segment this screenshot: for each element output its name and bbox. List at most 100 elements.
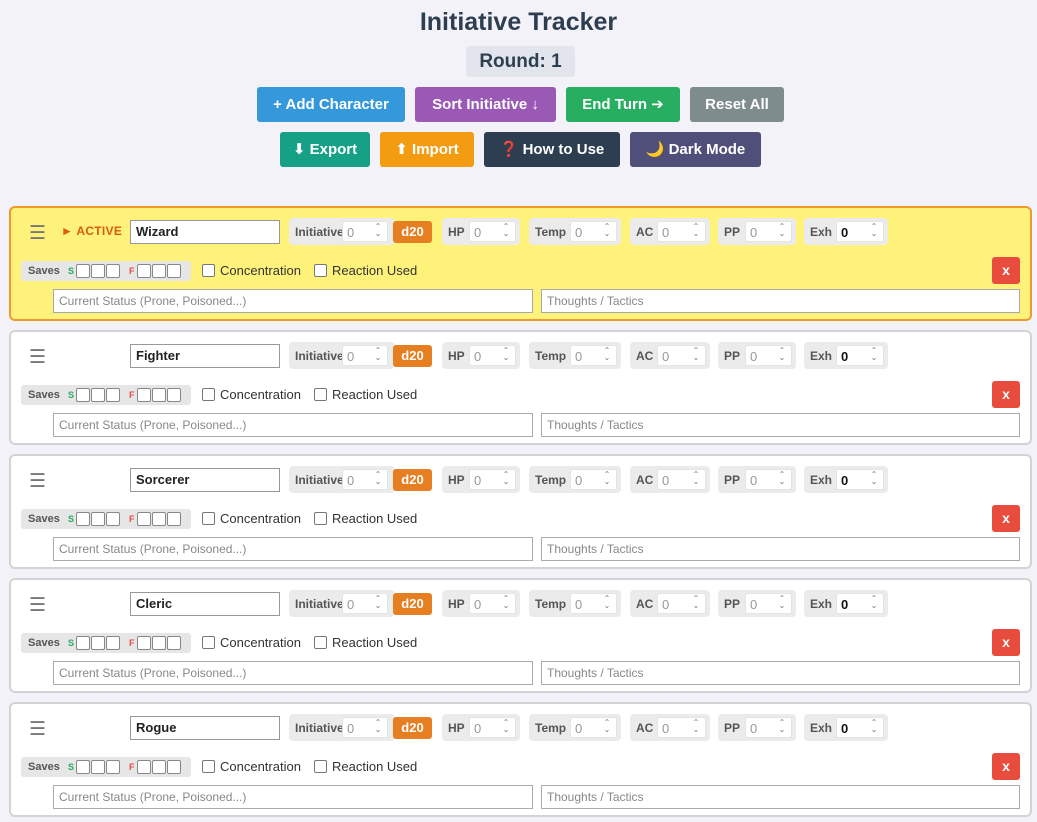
- initiative-input[interactable]: 0 ⌃ ⌄: [342, 717, 388, 738]
- exhaustion-input[interactable]: 0 ⌃ ⌄: [836, 221, 884, 242]
- spinner-icon[interactable]: ⌃ ⌄: [868, 595, 880, 612]
- spinner-icon[interactable]: ⌃ ⌄: [372, 595, 384, 612]
- delete-character-button[interactable]: x: [992, 505, 1020, 532]
- spinner-icon[interactable]: ⌃ ⌄: [500, 347, 512, 364]
- spinner-icon[interactable]: ⌃ ⌄: [868, 471, 880, 488]
- reaction-toggle[interactable]: Reaction Used: [314, 387, 417, 402]
- initiative-input[interactable]: 0 ⌃ ⌄: [342, 593, 388, 614]
- success-checkbox[interactable]: [106, 636, 120, 650]
- sort-initiative-button[interactable]: Sort Initiative ↓: [415, 87, 556, 122]
- concentration-checkbox[interactable]: [202, 760, 215, 773]
- spinner-icon[interactable]: ⌃ ⌄: [868, 223, 880, 240]
- fail-checkbox[interactable]: [167, 388, 181, 402]
- spinner-icon[interactable]: ⌃ ⌄: [868, 347, 880, 364]
- roll-d20-button[interactable]: d20: [393, 469, 432, 491]
- spinner-icon[interactable]: ⌃ ⌄: [601, 595, 613, 612]
- success-checkbox[interactable]: [76, 264, 90, 278]
- reaction-checkbox[interactable]: [314, 388, 327, 401]
- concentration-checkbox[interactable]: [202, 264, 215, 277]
- reaction-toggle[interactable]: Reaction Used: [314, 263, 417, 278]
- delete-character-button[interactable]: x: [992, 629, 1020, 656]
- pp-input[interactable]: 0 ⌃ ⌄: [745, 345, 792, 366]
- ac-input[interactable]: 0 ⌃ ⌄: [657, 717, 706, 738]
- thoughts-input[interactable]: Thoughts / Tactics: [541, 289, 1020, 313]
- pp-input[interactable]: 0 ⌃ ⌄: [745, 221, 792, 242]
- spinner-icon[interactable]: ⌃ ⌄: [690, 595, 702, 612]
- character-name-input[interactable]: Sorcerer: [130, 468, 280, 492]
- spinner-icon[interactable]: ⌃ ⌄: [776, 595, 788, 612]
- spinner-icon[interactable]: ⌃ ⌄: [868, 719, 880, 736]
- thoughts-input[interactable]: Thoughts / Tactics: [541, 537, 1020, 561]
- concentration-toggle[interactable]: Concentration: [202, 387, 301, 402]
- success-checkbox[interactable]: [91, 760, 105, 774]
- character-name-input[interactable]: Fighter: [130, 344, 280, 368]
- roll-d20-button[interactable]: d20: [393, 221, 432, 243]
- success-checkbox[interactable]: [91, 512, 105, 526]
- initiative-input[interactable]: 0 ⌃ ⌄: [342, 469, 388, 490]
- dark-mode-button[interactable]: 🌙 Dark Mode: [630, 132, 761, 167]
- fail-checkbox[interactable]: [152, 264, 166, 278]
- hp-input[interactable]: 0 ⌃ ⌄: [469, 345, 516, 366]
- hp-input[interactable]: 0 ⌃ ⌄: [469, 717, 516, 738]
- spinner-icon[interactable]: ⌃ ⌄: [372, 471, 384, 488]
- temp-input[interactable]: 0 ⌃ ⌄: [570, 469, 617, 490]
- concentration-checkbox[interactable]: [202, 512, 215, 525]
- fail-checkbox[interactable]: [167, 636, 181, 650]
- roll-d20-button[interactable]: d20: [393, 717, 432, 739]
- exhaustion-input[interactable]: 0 ⌃ ⌄: [836, 717, 884, 738]
- reaction-toggle[interactable]: Reaction Used: [314, 759, 417, 774]
- fail-checkbox[interactable]: [152, 636, 166, 650]
- reaction-checkbox[interactable]: [314, 636, 327, 649]
- end-turn-button[interactable]: End Turn ➔: [566, 87, 680, 122]
- spinner-icon[interactable]: ⌃ ⌄: [372, 223, 384, 240]
- roll-d20-button[interactable]: d20: [393, 593, 432, 615]
- fail-checkbox[interactable]: [152, 760, 166, 774]
- reaction-checkbox[interactable]: [314, 512, 327, 525]
- drag-handle-icon[interactable]: ☰: [29, 594, 46, 617]
- initiative-input[interactable]: 0 ⌃ ⌄: [342, 221, 388, 242]
- pp-input[interactable]: 0 ⌃ ⌄: [745, 593, 792, 614]
- exhaustion-input[interactable]: 0 ⌃ ⌄: [836, 469, 884, 490]
- import-button[interactable]: ⬆ Import: [380, 132, 474, 167]
- spinner-icon[interactable]: ⌃ ⌄: [500, 719, 512, 736]
- ac-input[interactable]: 0 ⌃ ⌄: [657, 469, 706, 490]
- add-character-button[interactable]: + Add Character: [257, 87, 405, 122]
- temp-input[interactable]: 0 ⌃ ⌄: [570, 221, 617, 242]
- reaction-checkbox[interactable]: [314, 760, 327, 773]
- drag-handle-icon[interactable]: ☰: [29, 222, 46, 245]
- drag-handle-icon[interactable]: ☰: [29, 346, 46, 369]
- spinner-icon[interactable]: ⌃ ⌄: [776, 347, 788, 364]
- hp-input[interactable]: 0 ⌃ ⌄: [469, 593, 516, 614]
- fail-checkbox[interactable]: [137, 264, 151, 278]
- reaction-toggle[interactable]: Reaction Used: [314, 511, 417, 526]
- delete-character-button[interactable]: x: [992, 753, 1020, 780]
- character-name-input[interactable]: Wizard: [130, 220, 280, 244]
- hp-input[interactable]: 0 ⌃ ⌄: [469, 221, 516, 242]
- spinner-icon[interactable]: ⌃ ⌄: [776, 223, 788, 240]
- spinner-icon[interactable]: ⌃ ⌄: [372, 719, 384, 736]
- fail-checkbox[interactable]: [137, 512, 151, 526]
- delete-character-button[interactable]: x: [992, 257, 1020, 284]
- export-button[interactable]: ⬇ Export: [280, 132, 370, 167]
- reaction-toggle[interactable]: Reaction Used: [314, 635, 417, 650]
- spinner-icon[interactable]: ⌃ ⌄: [690, 223, 702, 240]
- exhaustion-input[interactable]: 0 ⌃ ⌄: [836, 345, 884, 366]
- ac-input[interactable]: 0 ⌃ ⌄: [657, 345, 706, 366]
- spinner-icon[interactable]: ⌃ ⌄: [601, 347, 613, 364]
- fail-checkbox[interactable]: [152, 388, 166, 402]
- success-checkbox[interactable]: [76, 636, 90, 650]
- fail-checkbox[interactable]: [152, 512, 166, 526]
- status-input[interactable]: Current Status (Prone, Poisoned...): [53, 413, 533, 437]
- fail-checkbox[interactable]: [167, 264, 181, 278]
- spinner-icon[interactable]: ⌃ ⌄: [372, 347, 384, 364]
- success-checkbox[interactable]: [106, 512, 120, 526]
- concentration-toggle[interactable]: Concentration: [202, 511, 301, 526]
- spinner-icon[interactable]: ⌃ ⌄: [776, 719, 788, 736]
- spinner-icon[interactable]: ⌃ ⌄: [601, 223, 613, 240]
- temp-input[interactable]: 0 ⌃ ⌄: [570, 717, 617, 738]
- spinner-icon[interactable]: ⌃ ⌄: [690, 719, 702, 736]
- success-checkbox[interactable]: [106, 388, 120, 402]
- success-checkbox[interactable]: [91, 388, 105, 402]
- spinner-icon[interactable]: ⌃ ⌄: [500, 223, 512, 240]
- spinner-icon[interactable]: ⌃ ⌄: [690, 347, 702, 364]
